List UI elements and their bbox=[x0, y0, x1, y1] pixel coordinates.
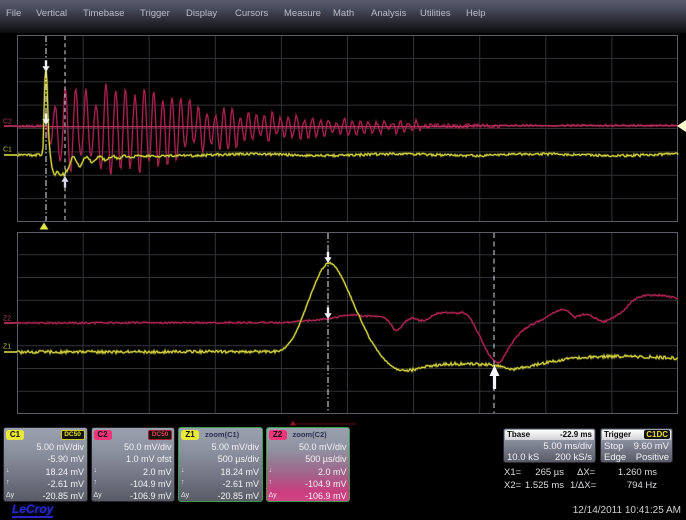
svg-text:C1: C1 bbox=[3, 147, 12, 154]
svg-text:C2: C2 bbox=[3, 119, 12, 126]
svg-text:Z2: Z2 bbox=[3, 316, 11, 323]
svg-text:Z1: Z1 bbox=[3, 344, 11, 351]
